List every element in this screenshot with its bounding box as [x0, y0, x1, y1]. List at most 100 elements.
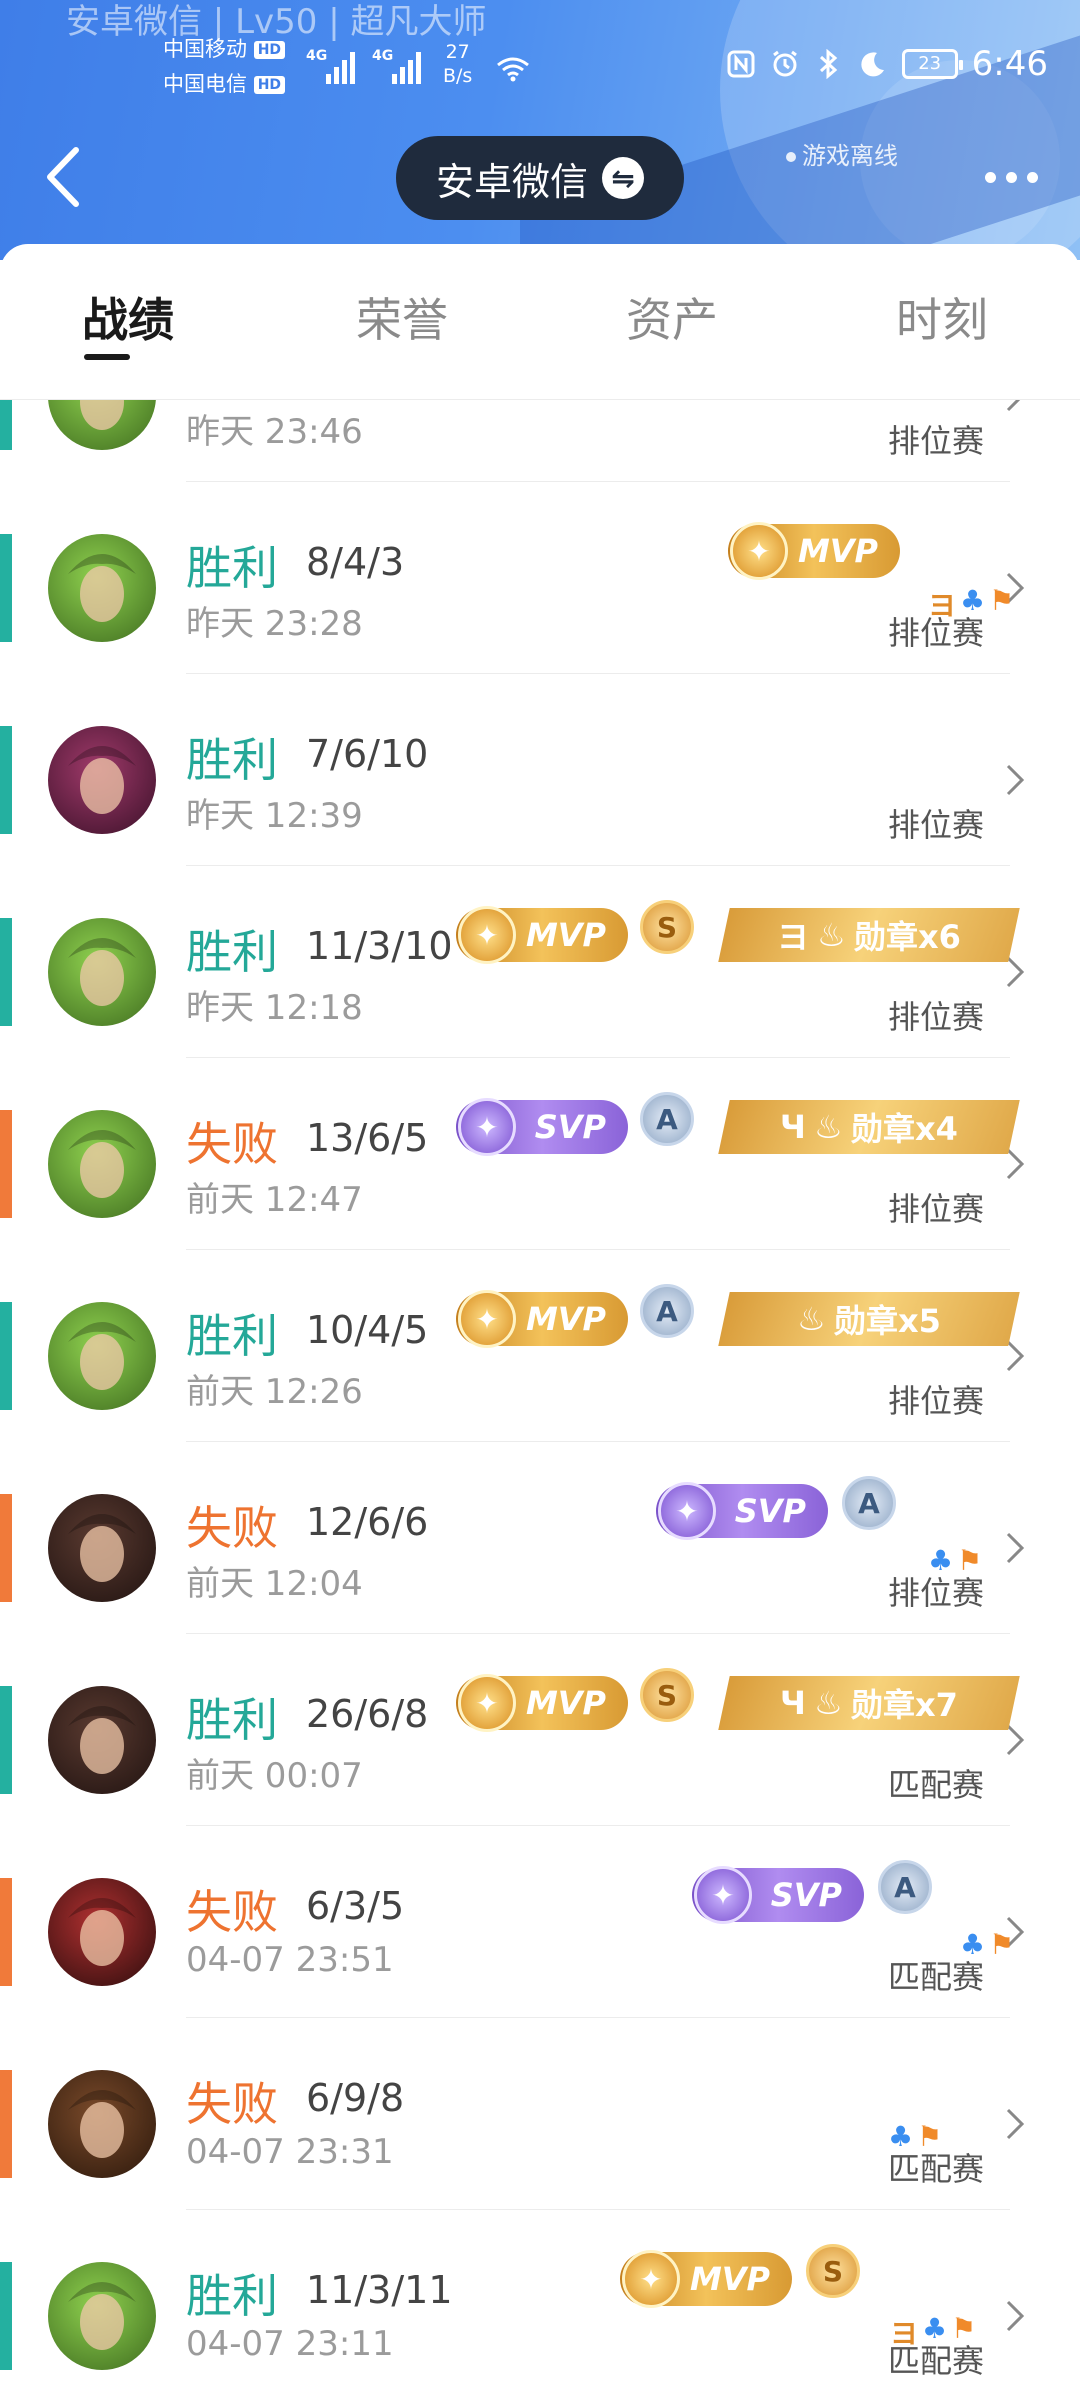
hero-avatar — [48, 1494, 156, 1602]
clock: 6:46 — [971, 44, 1048, 84]
result-indicator-bar — [0, 2070, 12, 2178]
match-result: 失败 — [186, 1885, 278, 1939]
badge-gem-icon: ✦ — [458, 906, 516, 964]
match-record-row[interactable]: 失败 6/3/5 04-07 23:51 匹配赛 ✦ SVP A ♣ ⚑ — [0, 1826, 1080, 2018]
net-speed-value: 27 — [445, 41, 470, 63]
chevron-right-icon[interactable] — [1004, 1530, 1026, 1566]
bluetooth-icon — [814, 49, 844, 79]
match-record-row[interactable]: 失败 12/6/6 前天 12:04 排位赛 ✦ SVP A ♣ ⚑ — [0, 1442, 1080, 1634]
mvp-badge: ✦ MVP — [728, 522, 900, 580]
match-time: 昨天 12:39 — [186, 796, 363, 836]
match-result: 胜利 — [186, 541, 278, 595]
match-record-row[interactable]: 胜利 11/3/10 昨天 12:18 排位赛 ✦ MVP S ヨ ♨ 勋章x6 — [0, 866, 1080, 1058]
result-indicator-bar — [0, 1110, 12, 1218]
match-time: 昨天 23:28 — [186, 604, 363, 644]
match-record-row[interactable]: 失败 13/6/5 前天 12:47 排位赛 ✦ SVP A Ч ♨ 勋章x4 — [0, 1058, 1080, 1250]
medal-flame-icon: ♨ — [814, 1684, 843, 1722]
match-result: 胜利 — [186, 925, 278, 979]
hero-avatar — [48, 534, 156, 642]
back-icon[interactable] — [40, 142, 90, 212]
badge-label: MVP — [525, 916, 606, 954]
kda: 26/6/8 — [306, 1692, 429, 1736]
grade-badge: A — [640, 1092, 694, 1146]
match-record-row[interactable]: 失败 6/9/8 04-07 23:31 匹配赛 ♣ ⚑ — [0, 2018, 1080, 2210]
result-indicator-bar — [0, 534, 12, 642]
match-record-row[interactable]: 胜利 7/6/10 昨天 12:39 排位赛 — [0, 674, 1080, 866]
leaf-icon: ♣ — [960, 584, 986, 617]
kda: 6/9/8 — [306, 2076, 405, 2120]
status-icons: 23 6:46 — [726, 44, 1048, 84]
medal-banner: Ч ♨ 勋章x7 — [718, 1676, 1020, 1730]
net-type-label: 4G — [372, 48, 394, 64]
tab-moments[interactable]: 时刻 — [896, 284, 988, 350]
match-record-row[interactable]: 胜利 10/4/5 前天 12:26 排位赛 ✦ MVP A ♨ 勋章x5 — [0, 1250, 1080, 1442]
medal-label: 勋章x7 — [850, 1686, 958, 1724]
flag-icon: ⚑ — [917, 2120, 943, 2153]
hd-badge: HD — [253, 76, 286, 94]
medal-label: 勋章x5 — [833, 1302, 941, 1340]
chevron-right-icon[interactable] — [1004, 400, 1026, 414]
chevron-right-icon[interactable] — [1004, 2298, 1026, 2334]
badge-gem-icon: ✦ — [730, 522, 788, 580]
match-record-row[interactable]: 胜利 11/3/11 04-07 23:11 匹配赛 ✦ MVP S ヨ ♣ ⚑ — [0, 2210, 1080, 2400]
badge-gem-icon: ✦ — [458, 1098, 516, 1156]
match-mode: 排位赛 — [887, 806, 984, 844]
result-indicator-bar — [0, 918, 12, 1026]
flag-icon: ⚑ — [957, 1544, 983, 1577]
medal-count-glyph: Ч — [780, 1684, 807, 1722]
chevron-right-icon[interactable] — [1004, 762, 1026, 798]
leaf-icon: ♣ — [922, 2312, 948, 2345]
svp-badge: ✦ SVP — [692, 1866, 864, 1924]
offline-label: 游戏离线 — [802, 142, 898, 170]
tab-record[interactable]: 战绩 — [82, 284, 174, 350]
kda: 7/6/10 — [306, 732, 429, 776]
match-result: 失败 — [186, 2077, 278, 2131]
badge-gem-icon: ✦ — [458, 1674, 516, 1732]
flag-icon: ⚑ — [951, 2312, 977, 2345]
svp-badge: ✦ SVP — [656, 1482, 828, 1540]
match-time: 04-07 23:31 — [186, 2132, 394, 2172]
match-record-list[interactable]: 胜利5/6/11昨天 23:46排位赛胜利8/4/3昨天 23:28排位赛✦MV… — [0, 400, 1080, 2400]
match-time: 前天 12:04 — [186, 1564, 363, 1604]
mvp-badge: ✦ MVP — [456, 1674, 628, 1732]
leaf-icon: ♣ — [928, 1544, 954, 1577]
medal-banner: ヨ ♨ 勋章x6 — [718, 908, 1020, 962]
mini-medal-icons: ♣ ⚑ — [928, 1544, 982, 1577]
account-switcher[interactable]: 安卓微信 ⇋ — [396, 136, 684, 220]
match-record-row[interactable]: 胜利 26/6/8 前天 00:07 匹配赛 ✦ MVP S Ч ♨ 勋章x7 — [0, 1634, 1080, 1826]
hd-badge: HD — [253, 41, 286, 59]
medal-label: 勋章x4 — [850, 1110, 958, 1148]
chevron-right-icon[interactable] — [1004, 2106, 1026, 2142]
net-type-label: 4G — [306, 48, 328, 64]
badge-label: SVP — [534, 1108, 606, 1146]
hero-avatar — [48, 1686, 156, 1794]
badge-label: SVP — [734, 1492, 806, 1530]
mini-count-glyph: ヨ — [890, 2317, 919, 2350]
match-result: 胜利 — [186, 733, 278, 787]
hero-avatar — [48, 726, 156, 834]
badge-label: SVP — [770, 1876, 842, 1914]
mini-medal-icons: ♣ ⚑ — [960, 1928, 1014, 1961]
hero-avatar — [48, 1110, 156, 1218]
more-icon[interactable] — [985, 172, 1038, 183]
status-dot — [786, 152, 796, 162]
swap-icon: ⇋ — [602, 157, 644, 199]
result-indicator-bar — [0, 2262, 12, 2370]
carrier-info: 中国移动 HD 中国电信 HD — [163, 32, 286, 102]
kda: 8/4/3 — [306, 540, 405, 584]
hero-avatar — [48, 1878, 156, 1986]
result-indicator-bar — [0, 400, 12, 450]
tab-honor[interactable]: 荣誉 — [356, 284, 448, 350]
tab-assets[interactable]: 资产 — [626, 284, 718, 350]
kda: 13/6/5 — [306, 1116, 429, 1160]
match-record-row[interactable]: 胜利5/6/11昨天 23:46排位赛 — [0, 400, 1080, 482]
match-record-row[interactable]: 胜利 8/4/3 昨天 23:28 排位赛 ✦ MVP ヨ ♣ ⚑ — [0, 482, 1080, 674]
badge-gem-icon: ✦ — [622, 2250, 680, 2308]
mvp-badge: ✦ MVP — [620, 2250, 792, 2308]
flag-icon: ⚑ — [989, 1928, 1015, 1961]
tab-indicator — [84, 354, 130, 360]
signal-icon — [392, 50, 421, 84]
net-speed-unit: B/s — [443, 65, 473, 87]
wifi-icon — [497, 57, 529, 82]
account-title: 安卓微信 — [435, 159, 588, 204]
